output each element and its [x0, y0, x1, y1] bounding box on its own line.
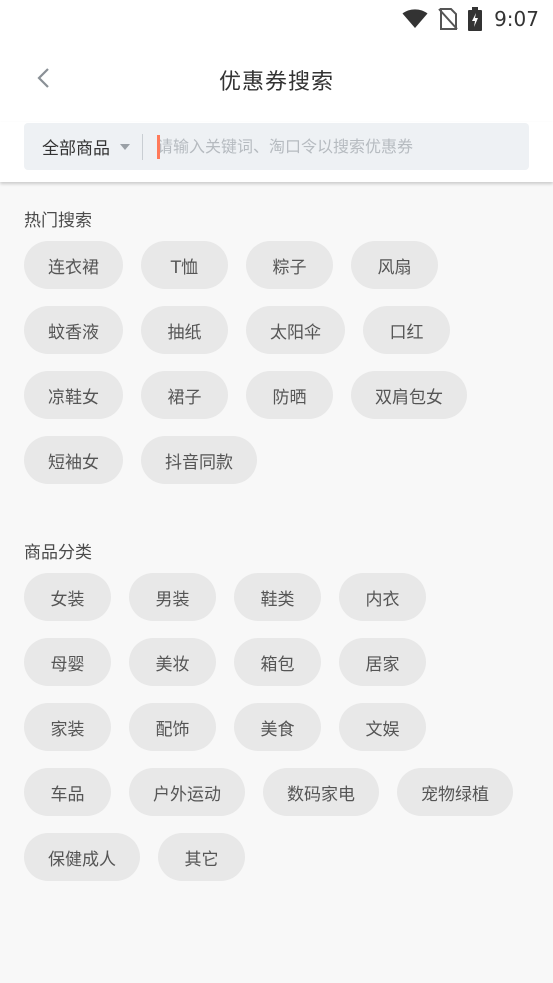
chevron-left-icon — [36, 67, 52, 93]
hot-tag[interactable]: 凉鞋女 — [24, 371, 123, 419]
battery-charging-icon — [468, 7, 483, 31]
hot-tag[interactable]: 风扇 — [351, 241, 438, 289]
hot-tag[interactable]: 粽子 — [246, 241, 333, 289]
text-cursor — [157, 134, 160, 159]
status-bar: 9:07 — [0, 0, 553, 38]
category-tag[interactable]: 家装 — [24, 703, 111, 751]
category-select-label: 全部商品 — [42, 139, 110, 159]
category-tag[interactable]: 宠物绿植 — [397, 768, 513, 816]
hot-tag[interactable]: 防晒 — [246, 371, 333, 419]
category-tag[interactable]: 男装 — [129, 573, 216, 621]
hot-tag[interactable]: 太阳伞 — [246, 306, 345, 354]
hot-search-section: 热门搜索 连衣裙 T恤 粽子 风扇 蚊香液 抽纸 太阳伞 口红 凉鞋女 裙子 防… — [24, 182, 529, 484]
category-tags: 女装 男装 鞋类 内衣 母婴 美妆 箱包 居家 家装 配饰 美食 文娱 车品 户… — [24, 573, 529, 881]
hot-tag[interactable]: 双肩包女 — [351, 371, 467, 419]
page-title: 优惠券搜索 — [218, 70, 334, 95]
main-content: 热门搜索 连衣裙 T恤 粽子 风扇 蚊香液 抽纸 太阳伞 口红 凉鞋女 裙子 防… — [0, 182, 553, 881]
category-tag[interactable]: 其它 — [158, 833, 245, 881]
status-time: 9:07 — [494, 7, 539, 31]
category-tag[interactable]: 保健成人 — [24, 833, 140, 881]
category-tag[interactable]: 女装 — [24, 573, 111, 621]
hot-search-tags: 连衣裙 T恤 粽子 风扇 蚊香液 抽纸 太阳伞 口红 凉鞋女 裙子 防晒 双肩包… — [24, 241, 529, 484]
hot-tag[interactable]: 短袖女 — [24, 436, 123, 484]
search-input[interactable] — [157, 123, 529, 170]
category-tag[interactable]: 数码家电 — [263, 768, 379, 816]
category-title: 商品分类 — [24, 543, 92, 563]
hot-tag[interactable]: T恤 — [141, 241, 228, 289]
category-tag[interactable]: 车品 — [24, 768, 111, 816]
search-divider — [142, 133, 143, 160]
category-tag[interactable]: 母婴 — [24, 638, 111, 686]
category-tag[interactable]: 配饰 — [129, 703, 216, 751]
category-tag[interactable]: 箱包 — [234, 638, 321, 686]
category-tag[interactable]: 美妆 — [129, 638, 216, 686]
hot-search-title: 热门搜索 — [24, 211, 92, 231]
search-bar: 全部商品 — [0, 122, 553, 182]
category-tag[interactable]: 内衣 — [339, 573, 426, 621]
no-sim-icon — [438, 8, 458, 30]
header-bar: 优惠券搜索 — [0, 38, 553, 122]
wifi-icon — [402, 9, 428, 29]
category-select[interactable]: 全部商品 — [42, 134, 130, 159]
hot-tag[interactable]: 抽纸 — [141, 306, 228, 354]
category-section: 商品分类 女装 男装 鞋类 内衣 母婴 美妆 箱包 居家 家装 配饰 美食 文娱… — [24, 484, 529, 881]
search-box: 全部商品 — [24, 123, 529, 170]
category-tag[interactable]: 鞋类 — [234, 573, 321, 621]
caret-down-icon — [120, 143, 130, 150]
category-tag[interactable]: 居家 — [339, 638, 426, 686]
hot-tag[interactable]: 抖音同款 — [141, 436, 257, 484]
category-tag[interactable]: 美食 — [234, 703, 321, 751]
hot-tag[interactable]: 裙子 — [141, 371, 228, 419]
hot-tag[interactable]: 口红 — [363, 306, 450, 354]
back-button[interactable] — [28, 64, 60, 96]
category-tag[interactable]: 文娱 — [339, 703, 426, 751]
category-tag[interactable]: 户外运动 — [129, 768, 245, 816]
hot-tag[interactable]: 连衣裙 — [24, 241, 123, 289]
hot-tag[interactable]: 蚊香液 — [24, 306, 123, 354]
